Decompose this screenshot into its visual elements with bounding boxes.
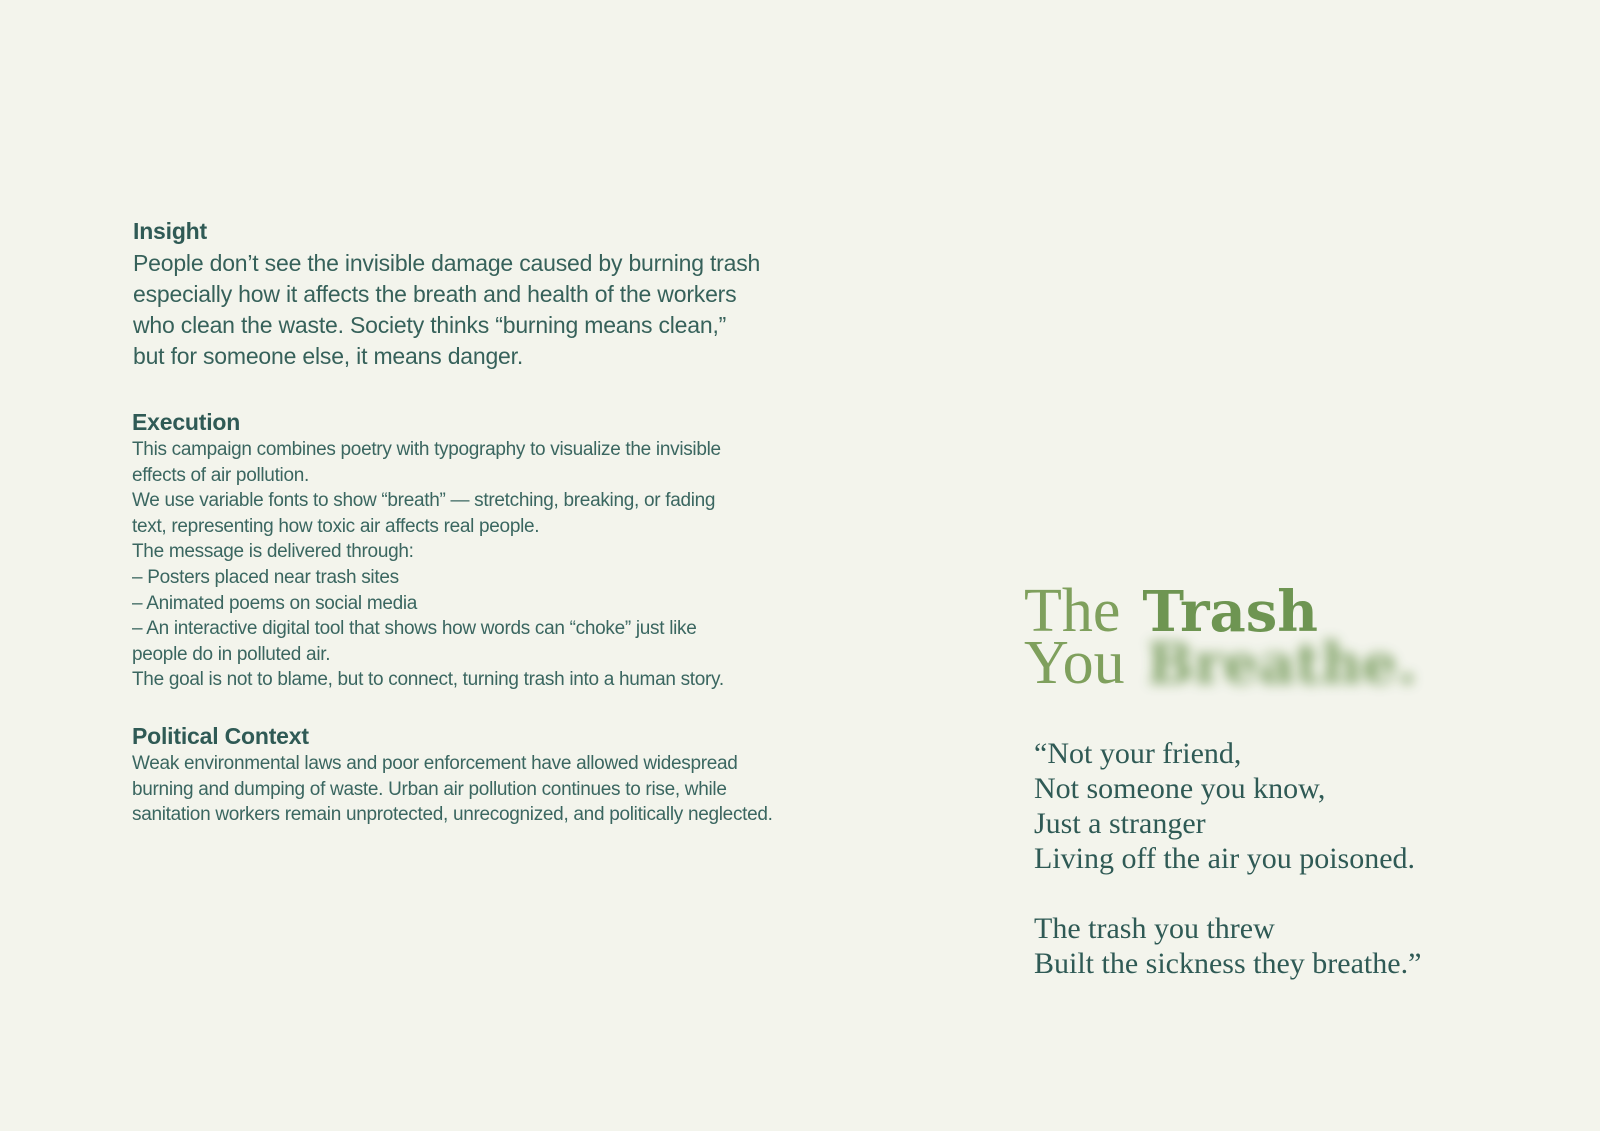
execution-line: text, representing how toxic air affects… (132, 515, 540, 537)
insight-section: Insight People don’t see the invisible d… (133, 216, 853, 372)
political-line: sanitation workers remain unprotected, u… (132, 804, 773, 826)
poem-line: The trash you threw (1034, 912, 1275, 945)
poem-stanza-1: “Not your friend, Not someone you know, … (1034, 736, 1421, 876)
headline-word-you: You (1024, 629, 1125, 697)
insight-line: but for someone else, it means danger. (133, 343, 524, 369)
political-context-body: Weak environmental laws and poor enforce… (132, 751, 872, 828)
political-context-section: Political Context Weak environmental law… (132, 721, 872, 828)
execution-heading: Execution (132, 409, 241, 435)
insight-body: People don’t see the invisible damage ca… (133, 248, 853, 372)
poem-line: Built the sickness they breathe.” (1034, 947, 1422, 980)
headline-row-2: You Breathe. (1024, 632, 1417, 694)
execution-section: Execution This campaign combines poetry … (132, 407, 872, 693)
poem-line: Not someone you know, (1034, 772, 1326, 805)
poem: “Not your friend, Not someone you know, … (1034, 736, 1421, 1016)
execution-line: effects of air pollution. (132, 464, 309, 486)
insight-line: who clean the waste. Society thinks “bur… (133, 312, 727, 338)
headline-word-breathe-blurred: Breathe. (1146, 631, 1418, 697)
execution-line: We use variable fonts to show “breath” —… (132, 490, 716, 512)
execution-list-item: – Posters placed near trash sites (132, 566, 399, 588)
poem-line: Living off the air you poisoned. (1034, 842, 1416, 875)
insight-line: especially how it affects the breath and… (133, 281, 737, 307)
political-line: burning and dumping of waste. Urban air … (132, 778, 727, 800)
execution-line: The goal is not to blame, but to connect… (132, 669, 724, 691)
political-line: Weak environmental laws and poor enforce… (132, 753, 738, 774)
execution-line: people do in polluted air. (132, 643, 331, 665)
poem-line: “Not your friend, (1034, 737, 1242, 770)
execution-list-item: – An interactive digital tool that shows… (132, 618, 697, 640)
execution-line: The message is delivered through: (132, 541, 414, 563)
campaign-headline: The Trash You Breathe. (1024, 580, 1417, 694)
insight-heading: Insight (133, 218, 207, 244)
poem-stanza-2: The trash you threw Built the sickness t… (1034, 911, 1421, 981)
insight-line: People don’t see the invisible damage ca… (133, 250, 761, 276)
execution-body: This campaign combines poetry with typog… (132, 437, 872, 693)
political-context-heading: Political Context (132, 723, 309, 749)
execution-line: This campaign combines poetry with typog… (132, 439, 721, 460)
execution-list-item: – Animated poems on social media (132, 592, 418, 614)
poem-line: Just a stranger (1034, 807, 1206, 840)
